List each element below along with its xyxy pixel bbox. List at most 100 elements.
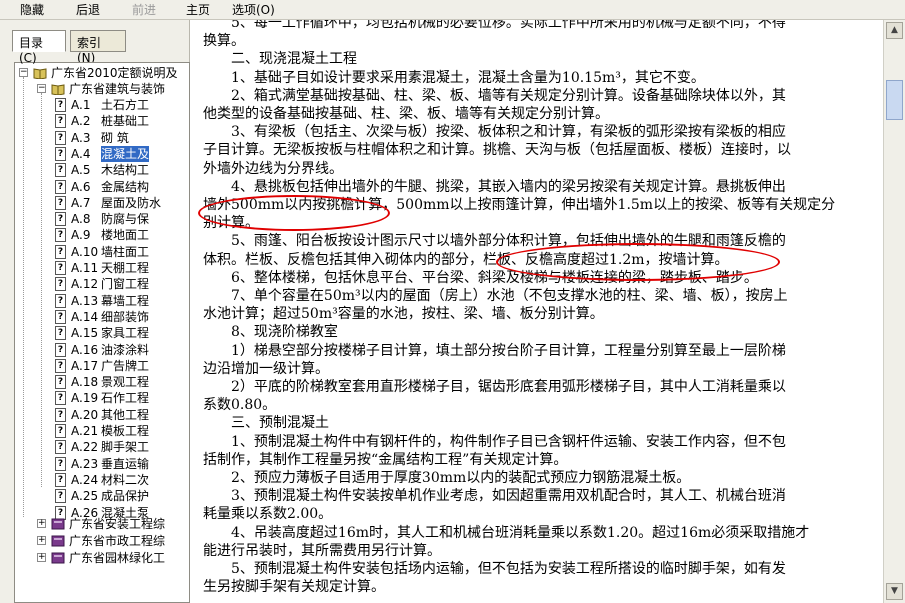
tree-item[interactable]: ? A.10 墙柱面工 xyxy=(55,244,189,260)
scroll-up-icon[interactable]: ▲ xyxy=(886,22,903,39)
tree-item[interactable]: ? A.15 家具工程 xyxy=(55,325,189,341)
expand-icon[interactable]: + xyxy=(37,553,46,562)
help-page-icon: ? xyxy=(55,244,66,259)
help-page-icon: ? xyxy=(55,195,66,210)
tree-item-code: A.18 xyxy=(71,375,99,390)
content-line: 5、预制混凝土构件安装包括场内运输，但不包括为安装工程所搭设的临时脚手架，如有发 xyxy=(231,561,786,577)
tree-item-label: 油漆涂料 xyxy=(101,342,150,357)
help-page-icon: ? xyxy=(55,114,66,129)
tree-item-label: 土石方工 xyxy=(101,98,150,112)
tree-item[interactable]: ? A.20 其他工程 xyxy=(55,407,189,423)
tree-item[interactable]: ? A.2 桩基础工 xyxy=(55,113,189,129)
help-page-icon: ? xyxy=(55,212,66,227)
collapse-icon[interactable]: − xyxy=(37,84,46,93)
tree-guide-line xyxy=(41,93,42,487)
expand-icon[interactable]: + xyxy=(37,519,46,528)
content-line: 2、箱式满堂基础按基础、柱、梁、板、墙等有关规定分别计算。设备基础除块体以外，其 xyxy=(231,87,786,104)
forward-button-label: 前进 xyxy=(132,3,157,17)
tree-node-install[interactable]: + 广东省安装工程综 xyxy=(37,516,189,532)
book-closed-icon xyxy=(51,535,65,547)
tree-node-root[interactable]: − 广东省2010定额说明及 xyxy=(19,65,189,81)
tree-item[interactable]: ? A.6 金属结构 xyxy=(55,179,189,195)
tree-item[interactable]: ? A.21 模板工程 xyxy=(55,423,189,439)
tree-item[interactable]: ? A.25 成品保护 xyxy=(55,488,189,504)
tree-item[interactable]: ? A.14 细部装饰 xyxy=(55,309,189,325)
tree-item[interactable]: ? A.23 垂直运输 xyxy=(55,456,189,472)
content-line: 1）梯悬空部分按楼梯子目计算，填土部分按台阶子目计算，工程量分别算至最上一层阶梯 xyxy=(231,342,786,359)
content-line: 能进行吊装时，其所需费用另行计算。 xyxy=(203,542,441,559)
content-line: 耗量乘以系数2.00。 xyxy=(203,506,333,523)
book-open-icon xyxy=(33,68,47,79)
tree-item-code: A.3 xyxy=(71,130,91,145)
content-line: 括制作，其制作工程量另按“金属结构工程”有关规定计算。 xyxy=(203,451,568,468)
scroll-down-icon[interactable]: ▼ xyxy=(886,583,903,600)
book-closed-icon xyxy=(51,518,65,530)
tree-item-code: A.14 xyxy=(71,309,99,324)
tree-item[interactable]: ? A.3 砌 筑 xyxy=(55,130,189,146)
tree-node-municipal[interactable]: + 广东省市政工程综 xyxy=(37,533,189,549)
tree-item-label: 脚手架工 xyxy=(101,440,150,455)
tree-item-label: 砌 筑 xyxy=(101,130,129,145)
tree-item[interactable]: ? A.12 门窗工程 xyxy=(55,276,189,292)
options-button[interactable]: 选项(O) xyxy=(232,2,275,18)
tree-item-label: 防腐与保 xyxy=(101,212,150,227)
tree-item-label: 家具工程 xyxy=(101,326,150,341)
content-line: 3、预制混凝土构件安装按单机作业考虑，如因超重需用双机配合时，其人工、机械台班消 xyxy=(231,488,786,505)
tree-item-code: A.22 xyxy=(71,440,99,455)
tree-item[interactable]: ? A.16 油漆涂料 xyxy=(55,342,189,358)
tree-item[interactable]: ? A.22 脚手架工 xyxy=(55,439,189,455)
tab-index-label: 索引(N) xyxy=(77,36,102,65)
tree-item-code: A.5 xyxy=(71,163,91,178)
scroll-thumb[interactable] xyxy=(886,80,903,120)
tree-item[interactable]: ? A.9 楼地面工 xyxy=(55,227,189,243)
help-page-icon: ? xyxy=(55,130,66,145)
vertical-scrollbar[interactable]: ▲ ▼ xyxy=(883,20,905,603)
collapse-icon[interactable]: − xyxy=(19,68,28,77)
tree-item[interactable]: ? A.4 混凝土及 xyxy=(55,145,189,162)
tree-item[interactable]: ? A.18 景观工程 xyxy=(55,374,189,390)
tree-item[interactable]: ? A.11 天棚工程 xyxy=(55,260,189,276)
tree-node-garden[interactable]: + 广东省园林绿化工 xyxy=(37,550,189,566)
tree-item-code: A.2 xyxy=(71,114,91,129)
tree-item[interactable]: ? A.24 材料二次 xyxy=(55,472,189,488)
tree-item[interactable]: ? A.13 幕墙工程 xyxy=(55,293,189,309)
tree-item[interactable]: ? A.8 防腐与保 xyxy=(55,211,189,227)
tree-item[interactable]: ? A.5 木结构工 xyxy=(55,162,189,178)
tree-item-label: 垂直运输 xyxy=(101,456,150,471)
help-page-icon: ? xyxy=(55,326,66,341)
tree-item-code: A.23 xyxy=(71,456,99,471)
back-button-label: 后退 xyxy=(76,3,101,17)
home-button[interactable]: 主页 xyxy=(186,2,210,18)
tree-node-garden-label: 广东省园林绿化工 xyxy=(69,551,166,565)
content-line: 4、悬挑板包括伸出墙外的牛腿、挑梁，其嵌入墙内的梁另按梁有关规定计算。悬挑板伸出 xyxy=(231,178,786,195)
tree-item-code: A.17 xyxy=(71,358,99,373)
tree-node-building-label: 广东省建筑与装饰 xyxy=(69,82,166,96)
tree-node-root-label: 广东省2010定额说明及 xyxy=(51,66,178,80)
tree-item[interactable]: ? A.7 屋面及防水 xyxy=(55,195,189,211)
content-line: 7、单个容量在50m³以内的屋面（房上）水池（不包支撑水池的柱、梁、墙、板），按… xyxy=(231,288,788,304)
back-button[interactable]: 后退 xyxy=(76,2,100,18)
help-page-icon: ? xyxy=(55,261,66,275)
expand-icon[interactable]: + xyxy=(37,536,46,545)
tree-item[interactable]: ? A.19 石作工程 xyxy=(55,390,189,406)
tree-item-label: 金属结构 xyxy=(101,179,150,194)
hide-button[interactable]: 隐藏 xyxy=(20,2,44,18)
navigation-pane: 目录(C) 索引(N) − 广东省2010定额说明及 − 广东省建筑与装饰 ? A… xyxy=(0,20,190,603)
content-line: 3、有梁板（包括主、次梁与板）按梁、板体积之和计算，有梁板的弧形梁按有梁板的相应 xyxy=(231,124,786,141)
help-page-icon: ? xyxy=(55,309,66,324)
tree-item[interactable]: ? A.17 广告牌工 xyxy=(55,358,189,374)
content-line: 5、雨篷、阳台板按设计图示尺寸以墙外部分体积计算，包括伸出墙外的牛腿和雨篷反檐的 xyxy=(231,233,786,250)
tree-item-label: 幕墙工程 xyxy=(101,293,150,308)
forward-button[interactable]: 前进 xyxy=(132,2,156,18)
content-line: 三、预制混凝土 xyxy=(231,415,329,432)
content-line: 二、现浇混凝土工程 xyxy=(231,51,357,68)
tab-contents[interactable]: 目录(C) xyxy=(12,30,66,65)
tree-item[interactable]: ? A.1 土石方工 xyxy=(55,97,189,113)
tree-item-code: A.4 xyxy=(71,146,91,161)
tree-node-building[interactable]: − 广东省建筑与装饰 xyxy=(37,81,189,97)
tree-item-code: A.15 xyxy=(71,326,99,341)
tab-index[interactable]: 索引(N) xyxy=(70,30,126,65)
book-closed-icon xyxy=(51,552,65,564)
tree-item-label: 混凝土及 xyxy=(101,145,150,162)
contents-tree[interactable]: − 广东省2010定额说明及 − 广东省建筑与装饰 ? A.1 土石方工? A.2 桩基… xyxy=(14,62,190,603)
